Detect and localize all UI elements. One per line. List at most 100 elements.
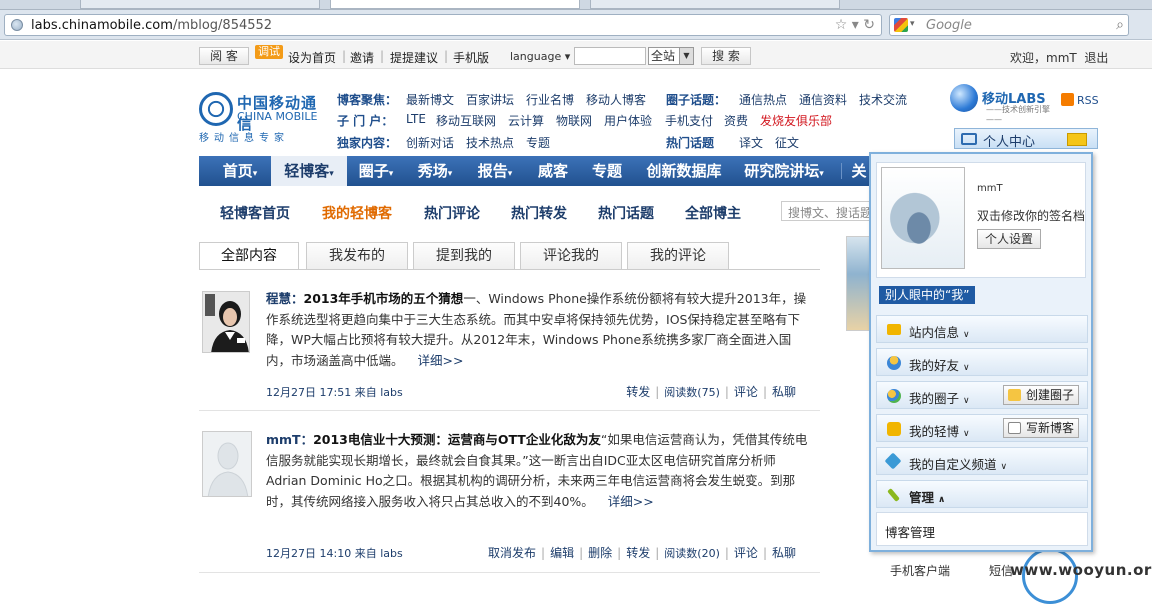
labs-logo[interactable]: 移动LABS ——技术创新引擎—— [950, 84, 1054, 124]
subnav-all-bloggers[interactable]: 全部博主 [685, 203, 741, 223]
personal-settings-button[interactable]: 个人设置 [977, 229, 1041, 249]
ql-link[interactable]: 移动互联网 [436, 112, 496, 129]
ql-link[interactable]: 译文 [739, 134, 763, 151]
nav-circle[interactable]: 圈子▾ [349, 156, 403, 186]
tab-mentions[interactable]: 提到我的 [413, 242, 515, 269]
chevron-down-icon[interactable]: ▾ [910, 19, 915, 29]
invite-link[interactable]: 邀请 [350, 49, 374, 66]
delete-link[interactable]: 删除 [588, 546, 612, 560]
ql-link[interactable]: 云计算 [508, 112, 544, 129]
browser-tab[interactable] [590, 0, 840, 9]
menu-my-friends[interactable]: 我的好友 ∨ [876, 348, 1088, 376]
nav-innovation-db[interactable]: 创新数据库 [639, 156, 729, 186]
menu-manage[interactable]: 管理 ∧ [876, 480, 1088, 508]
write-blog-button[interactable]: 写新博客 [1002, 418, 1079, 438]
post-time[interactable]: 12月27日 17:51 [266, 386, 351, 399]
visit-button[interactable]: 阅 客 [199, 47, 249, 65]
nav-show[interactable]: 秀场▾ [407, 156, 463, 186]
tab-published[interactable]: 我发布的 [306, 242, 408, 269]
browser-tab[interactable] [80, 0, 320, 9]
post-more-link[interactable]: 详细>> [418, 353, 464, 368]
google-icon[interactable] [894, 18, 908, 32]
create-circle-button[interactable]: 创建圈子 [1002, 385, 1079, 405]
ql-link[interactable]: 技术热点 [466, 134, 514, 151]
repost-link[interactable]: 转发 [626, 546, 650, 560]
post-author[interactable]: 程慧： [266, 291, 304, 306]
menu-custom-channel[interactable]: 我的自定义频道 ∨ [876, 447, 1088, 475]
rss-link[interactable]: RSS [1061, 93, 1099, 107]
profile-avatar[interactable] [881, 167, 965, 269]
subnav-home[interactable]: 轻博客首页 [220, 203, 290, 223]
search-scope-select[interactable]: 全站 ▼ [648, 47, 694, 65]
subnav-my-blog[interactable]: 我的轻博客 [322, 203, 392, 223]
post-time[interactable]: 12月27日 14:10 [266, 547, 351, 560]
ql-link[interactable]: 技术交流 [859, 91, 907, 108]
ql-link[interactable]: 最新博文 [406, 91, 454, 108]
edit-link[interactable]: 编辑 [550, 546, 574, 560]
ql-link[interactable]: 移动人博客 [586, 91, 646, 108]
address-bar[interactable]: labs.chinamobile.com/mblog/854552 ☆ ▾ ↻ [4, 14, 882, 36]
feedback-link[interactable]: 提提建议 [390, 49, 438, 66]
private-chat-link[interactable]: 私聊 [772, 546, 796, 560]
menu-my-light-blog[interactable]: 我的轻博 ∨ 写新博客 [876, 414, 1088, 442]
bookmark-star-icon[interactable]: ☆ ▾ ↻ [835, 17, 875, 33]
post-source[interactable]: 来自 labs [355, 386, 403, 399]
nav-home[interactable]: 首页▾ [207, 156, 273, 186]
others-view-tab[interactable]: 别人眼中的“我” [879, 286, 976, 304]
nav-topic[interactable]: 专题 [583, 156, 631, 186]
nav-report[interactable]: 报告▾ [467, 156, 523, 186]
mobile-client-link[interactable]: 手机客户端 [890, 562, 950, 579]
tab-comments-to-me[interactable]: 评论我的 [520, 242, 622, 269]
ql-link[interactable]: 创新对话 [406, 134, 454, 151]
ql-link-hot[interactable]: 发烧友俱乐部 [760, 112, 832, 129]
ql-link[interactable]: 手机支付 [665, 112, 713, 129]
post-title[interactable]: 2013电信业十大预测：运营商与OTT企业化敌为友 [313, 432, 601, 447]
post-author[interactable]: mmT： [266, 432, 313, 447]
menu-my-circles[interactable]: 我的圈子 ∨ 创建圈子 [876, 381, 1088, 409]
nav-about[interactable]: 关 [847, 156, 871, 186]
ql-link[interactable]: 用户体验 [604, 112, 652, 129]
search-button[interactable]: 搜 索 [701, 47, 751, 65]
ql-link[interactable]: 专题 [526, 134, 550, 151]
avatar-author-2[interactable] [202, 431, 252, 497]
browser-search-box[interactable]: ▾ Google ⌕ [889, 14, 1129, 36]
url-text[interactable]: labs.chinamobile.com/mblog/854552 [31, 18, 272, 33]
ql-link[interactable]: 物联网 [556, 112, 592, 129]
post-title[interactable]: 2013年手机市场的五个猜想 [304, 291, 464, 306]
nav-witkey[interactable]: 威客 [529, 156, 577, 186]
logout-link[interactable]: 退出 [1084, 51, 1108, 65]
browser-tab-active[interactable] [330, 0, 580, 9]
repost-link[interactable]: 转发 [626, 385, 650, 399]
site-search-input[interactable] [574, 47, 646, 65]
china-mobile-logo[interactable]: 中国移动通信 CHINA MOBILE 移动信息专家 [199, 92, 329, 144]
ql-link[interactable]: LTE [406, 112, 426, 126]
mobile-version-link[interactable]: 手机版 [453, 49, 489, 66]
set-homepage-link[interactable]: 设为首页 [288, 49, 336, 66]
ql-link[interactable]: 行业名博 [526, 91, 574, 108]
personal-center-button[interactable]: 个人中心 [954, 128, 1098, 150]
nav-light-blog[interactable]: 轻博客▾ [271, 156, 347, 186]
ql-link[interactable]: 征文 [775, 134, 799, 151]
private-chat-link[interactable]: 私聊 [772, 385, 796, 399]
search-icon[interactable]: ⌕ [1116, 17, 1124, 33]
ql-link[interactable]: 百家讲坛 [466, 91, 514, 108]
unpublish-link[interactable]: 取消发布 [488, 546, 536, 560]
post-source[interactable]: 来自 labs [355, 547, 403, 560]
tab-all[interactable]: 全部内容 [199, 242, 299, 270]
subnav-hot-reposts[interactable]: 热门转发 [511, 203, 567, 223]
ql-link[interactable]: 资费 [724, 112, 748, 129]
post-more-link[interactable]: 详细>> [608, 494, 654, 509]
subnav-hot-topics[interactable]: 热门话题 [598, 203, 654, 223]
comment-link[interactable]: 评论 [734, 546, 758, 560]
tab-my-comments[interactable]: 我的评论 [627, 242, 729, 269]
avatar-author-1[interactable] [202, 291, 250, 353]
ql-link[interactable]: 通信资料 [799, 91, 847, 108]
blog-management-link[interactable]: 博客管理 [876, 512, 1088, 546]
language-dropdown[interactable]: language ▾ [510, 50, 570, 63]
subnav-hot-comments[interactable]: 热门评论 [424, 203, 480, 223]
profile-signature[interactable]: 双击修改你的签名档 [977, 207, 1085, 224]
blog-search-input[interactable]: 搜博文、搜话题 [781, 201, 871, 221]
comment-link[interactable]: 评论 [734, 385, 758, 399]
nav-forum[interactable]: 研究院讲坛▾ [737, 156, 831, 186]
menu-site-messages[interactable]: 站内信息 ∨ [876, 315, 1088, 343]
